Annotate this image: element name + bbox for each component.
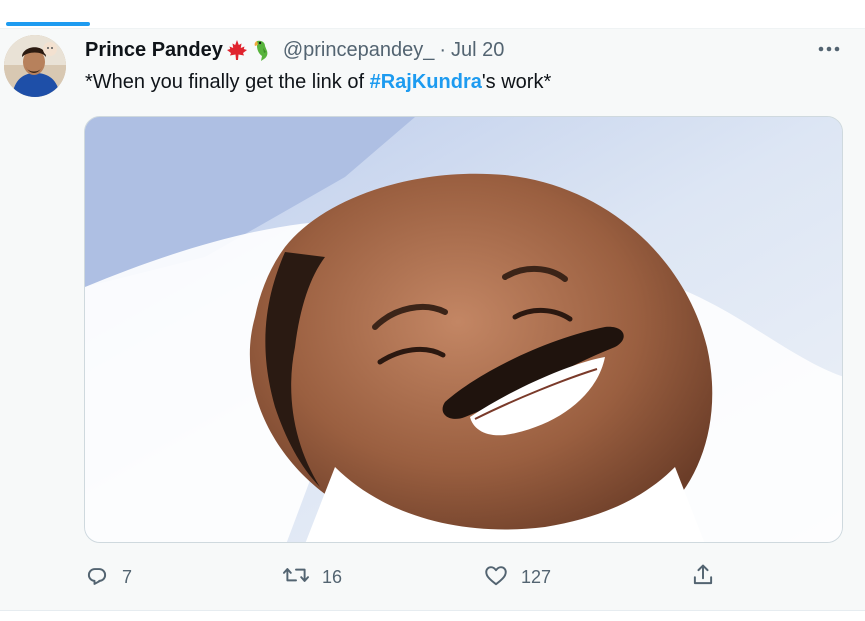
active-tab-indicator (6, 22, 90, 26)
like-button[interactable]: 127 (483, 559, 551, 595)
retweet-icon (282, 562, 310, 593)
separator-dot: · (439, 38, 447, 61)
tweet-date[interactable]: Jul 20 (451, 39, 504, 62)
tweet-media-image[interactable] (84, 116, 843, 543)
retweet-button[interactable]: 16 (282, 559, 342, 595)
divider (0, 610, 865, 611)
share-icon (690, 562, 716, 593)
like-count: 127 (521, 566, 552, 587)
tweet-card[interactable]: Prince Pandey @princepandey_ · Jul 20 *W… (0, 29, 865, 611)
share-button[interactable] (690, 559, 728, 595)
tweet-text: *When you finally get the link of #RajKu… (85, 71, 551, 94)
author-name[interactable]: Prince Pandey (85, 39, 223, 62)
maple-leaf-emoji-icon (225, 39, 249, 61)
reply-count: 7 (122, 566, 133, 587)
tweet-text-before: *When you finally get the link of (85, 71, 370, 93)
reply-icon (84, 562, 110, 593)
parrot-emoji-icon (251, 38, 275, 62)
avatar[interactable] (4, 35, 66, 97)
more-dots-icon[interactable] (814, 37, 844, 61)
heart-icon (483, 562, 509, 593)
tweet-text-after: 's work* (481, 71, 552, 93)
tweet-actions: 7 16 127 (0, 559, 865, 595)
author-handle[interactable]: @princepandey_ (283, 39, 435, 62)
tweet-header: Prince Pandey @princepandey_ · Jul 20 (85, 37, 504, 63)
top-bar (0, 0, 865, 28)
retweet-count: 16 (322, 566, 343, 587)
reply-button[interactable]: 7 (84, 559, 132, 595)
hashtag-link[interactable]: #RajKundra (370, 71, 482, 93)
